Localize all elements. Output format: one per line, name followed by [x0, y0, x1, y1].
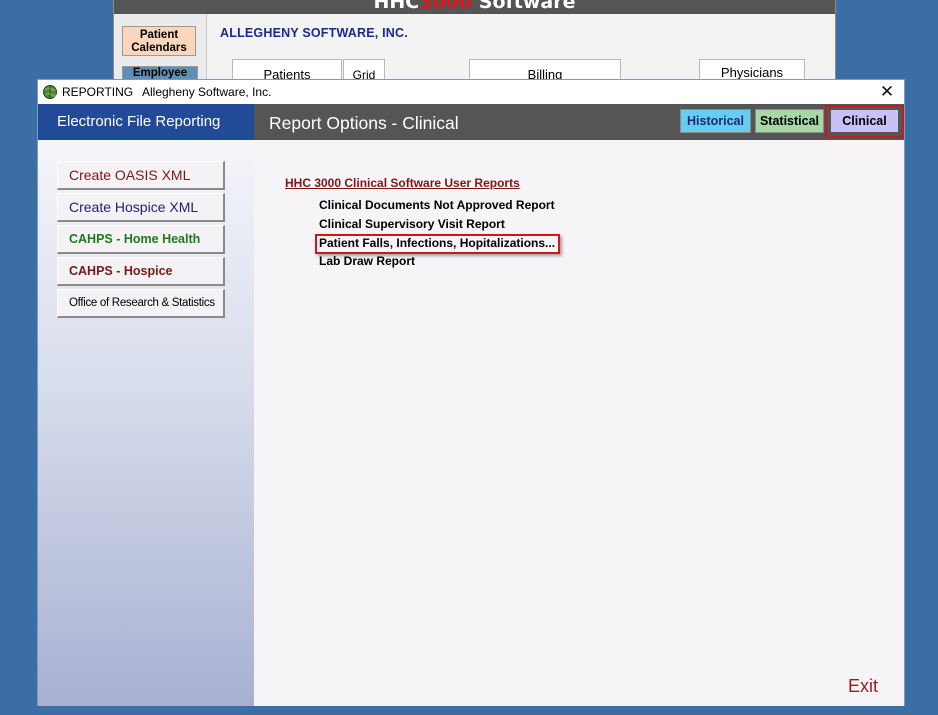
report-link-lab-draw[interactable]: Lab Draw Report	[319, 254, 415, 268]
historical-button[interactable]: Historical	[680, 109, 751, 133]
background-company-name: ALLEGHENY SOFTWARE, INC.	[220, 26, 408, 40]
tab-physicians[interactable]: Physicians	[699, 59, 805, 80]
background-app-title: HHC3000 Software	[114, 0, 835, 13]
report-options-panel: HHC 3000 Clinical Software User Reports …	[254, 140, 904, 706]
window-company: Allegheny Software, Inc.	[142, 85, 272, 99]
bg-title-rest: Software	[478, 0, 576, 13]
close-button[interactable]: ✕	[870, 80, 904, 104]
tab-grid[interactable]: Grid	[343, 59, 385, 80]
cahps-home-health-button[interactable]: CAHPS - Home Health	[57, 225, 225, 254]
header-bar: Electronic File Reporting Report Options…	[38, 104, 904, 140]
background-app-titlebar: HHC3000 Software	[114, 0, 835, 14]
window-titlebar[interactable]: REPORTING Allegheny Software, Inc. ✕	[38, 80, 904, 104]
reporting-window: REPORTING Allegheny Software, Inc. ✕ Ele…	[37, 79, 905, 706]
create-hospice-xml-button[interactable]: Create Hospice XML	[57, 193, 225, 222]
background-app-sidebar: Patient Calendars Employee	[114, 14, 207, 80]
tab-billing[interactable]: Billing	[469, 59, 621, 80]
electronic-file-reporting-header: Electronic File Reporting	[38, 104, 254, 140]
background-app-window: HHC3000 Software Patient Calendars Emplo…	[113, 0, 836, 80]
bg-title-accent: 3000	[419, 0, 473, 13]
app-globe-icon	[43, 85, 57, 99]
section-title: HHC 3000 Clinical Software User Reports	[285, 176, 520, 190]
close-icon: ✕	[879, 82, 895, 101]
exit-button[interactable]: Exit	[848, 676, 878, 697]
window-title: REPORTING	[62, 85, 134, 99]
bg-title-main: HHC	[373, 0, 420, 13]
cahps-hospice-button[interactable]: CAHPS - Hospice	[57, 257, 225, 286]
office-of-research-statistics-button[interactable]: Office of Research & Statistics	[57, 289, 225, 318]
statistical-button[interactable]: Statistical	[755, 109, 824, 133]
clinical-button[interactable]: Clinical	[830, 109, 899, 133]
report-link-clinical-supervisory-visit[interactable]: Clinical Supervisory Visit Report	[319, 217, 505, 231]
tab-patients[interactable]: Patients	[232, 59, 342, 80]
sidebar: Create OASIS XML Create Hospice XML CAHP…	[38, 140, 254, 706]
create-oasis-xml-button[interactable]: Create OASIS XML	[57, 161, 225, 190]
patient-calendars-button[interactable]: Patient Calendars	[122, 26, 196, 56]
report-link-clinical-documents-not-approved[interactable]: Clinical Documents Not Approved Report	[319, 198, 555, 212]
page-title: Report Options - Clinical	[269, 113, 459, 133]
report-link-patient-falls-infections[interactable]: Patient Falls, Infections, Hopitalizatio…	[319, 236, 555, 250]
employee-button[interactable]: Employee	[122, 66, 198, 80]
